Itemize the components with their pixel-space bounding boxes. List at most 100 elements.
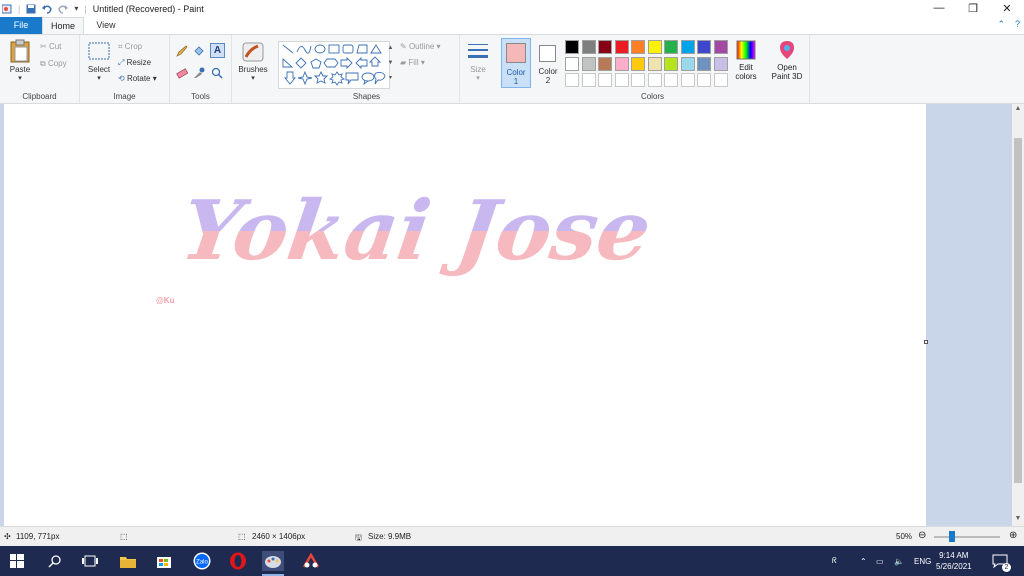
- tab-home[interactable]: Home: [42, 17, 84, 34]
- windows-start-icon[interactable]: [6, 551, 28, 571]
- search-icon[interactable]: [44, 551, 66, 571]
- battery-icon[interactable]: ▭: [876, 546, 884, 576]
- redo-icon[interactable]: [58, 4, 69, 14]
- undo-icon[interactable]: [42, 4, 53, 14]
- size-dropdown-icon[interactable]: ▾: [462, 74, 494, 82]
- palette-swatch[interactable]: [565, 56, 579, 71]
- palette-swatch[interactable]: [598, 56, 612, 71]
- paste-button[interactable]: Paste ▾: [4, 39, 36, 82]
- store-icon[interactable]: [153, 551, 175, 571]
- custom-color-slot[interactable]: [565, 73, 579, 87]
- palette-swatch[interactable]: [680, 40, 695, 54]
- taskbar: Zalo ᖇ ⌃ ▭ 🔈 ENG 9:14 AM 5/26/2021 2: [0, 546, 1024, 576]
- cut-button[interactable]: ✂ Cut: [40, 42, 61, 51]
- palette-swatch[interactable]: [647, 56, 662, 71]
- copy-button[interactable]: ⧉ Copy: [40, 59, 67, 69]
- zoom-slider-thumb[interactable]: [949, 531, 955, 542]
- custom-color-slot[interactable]: [647, 73, 662, 87]
- paint-app-icon[interactable]: [1, 4, 12, 14]
- file-explorer-icon[interactable]: [117, 551, 139, 571]
- pencil-icon[interactable]: [176, 45, 188, 57]
- snip-tool-icon[interactable]: [300, 551, 322, 571]
- show-hidden-icons[interactable]: ⌃: [860, 546, 867, 576]
- custom-color-slot[interactable]: [680, 73, 695, 87]
- palette-swatch[interactable]: [697, 56, 711, 71]
- save-icon[interactable]: [26, 4, 36, 14]
- people-icon[interactable]: ᖇ: [832, 546, 837, 576]
- custom-color-slot[interactable]: [598, 73, 612, 87]
- scrollbar-thumb[interactable]: [1014, 138, 1022, 483]
- rotate-button[interactable]: ⟲ Rotate ▾: [118, 74, 157, 83]
- color-picker-icon[interactable]: [193, 67, 205, 79]
- fill-button[interactable]: ▰ Fill ▾: [400, 58, 425, 67]
- custom-color-slot[interactable]: [631, 73, 645, 87]
- zoom-in-icon[interactable]: ⊕: [1009, 530, 1017, 541]
- edit-colors-button[interactable]: Edit colors: [732, 39, 760, 81]
- size-button[interactable]: Size ▾: [462, 41, 494, 82]
- vertical-scrollbar[interactable]: ▲ ▼: [1012, 104, 1024, 526]
- paste-icon: [10, 39, 30, 63]
- minimize-button[interactable]: —: [922, 0, 956, 16]
- shapes-gallery[interactable]: [278, 41, 390, 89]
- shapes-group-label: Shapes: [352, 92, 381, 101]
- notifications-button[interactable]: 2: [992, 546, 1011, 576]
- restore-button[interactable]: ❐: [956, 0, 990, 16]
- select-dropdown-icon[interactable]: ▾: [84, 74, 114, 82]
- palette-swatch[interactable]: [598, 40, 612, 54]
- palette-swatch[interactable]: [713, 40, 728, 54]
- palette-swatch[interactable]: [680, 56, 695, 71]
- palette-swatch[interactable]: [713, 56, 728, 71]
- zoom-out-icon[interactable]: ⊖: [918, 530, 926, 541]
- palette-swatch[interactable]: [581, 40, 596, 54]
- shapes-scroll[interactable]: ▲ ▼ ▾: [386, 41, 395, 89]
- palette-swatch[interactable]: [664, 40, 678, 54]
- zoom-slider-track[interactable]: [934, 536, 1000, 538]
- scroll-down-icon[interactable]: ▼: [1012, 515, 1024, 525]
- palette-swatch[interactable]: [631, 40, 645, 54]
- volume-icon[interactable]: 🔈: [894, 546, 904, 576]
- tab-view[interactable]: View: [86, 17, 126, 34]
- open-paint3d-button[interactable]: Open Paint 3D: [768, 39, 806, 81]
- color2-button[interactable]: Color 2: [534, 38, 562, 88]
- rotate-icon: ⟲: [118, 74, 125, 83]
- opera-icon[interactable]: [227, 551, 249, 571]
- outline-button[interactable]: ✎ Outline ▾: [400, 42, 441, 51]
- resize-handle-right[interactable]: [924, 340, 928, 344]
- paint-taskbar-icon[interactable]: [262, 551, 284, 571]
- eraser-icon[interactable]: [176, 67, 188, 79]
- paste-dropdown-icon[interactable]: ▾: [4, 74, 36, 82]
- scroll-up-icon[interactable]: ▲: [1012, 105, 1024, 115]
- input-language[interactable]: ENG: [914, 546, 931, 576]
- palette-swatch[interactable]: [614, 56, 629, 71]
- collapse-ribbon-icon[interactable]: ⌃: [997, 19, 1005, 30]
- text-tool-icon[interactable]: A: [210, 43, 225, 58]
- customize-quick-access-icon[interactable]: ▾: [74, 4, 78, 13]
- palette-swatch[interactable]: [664, 56, 678, 71]
- zalo-icon[interactable]: Zalo: [191, 551, 213, 571]
- drawing-canvas[interactable]: Yokai Jose @Ku: [4, 104, 928, 526]
- brushes-dropdown-icon[interactable]: ▾: [234, 74, 272, 82]
- palette-swatch[interactable]: [647, 40, 662, 54]
- custom-color-slot[interactable]: [664, 73, 678, 87]
- palette-swatch[interactable]: [565, 40, 579, 54]
- magnifier-icon[interactable]: [211, 67, 223, 79]
- palette-swatch[interactable]: [631, 56, 645, 71]
- clock[interactable]: 9:14 AM 5/26/2021: [936, 546, 972, 576]
- color1-button[interactable]: Color 1: [501, 38, 531, 88]
- tab-file[interactable]: File: [0, 17, 42, 34]
- close-button[interactable]: ✕: [990, 0, 1024, 16]
- help-icon[interactable]: ?: [1015, 19, 1020, 30]
- custom-color-slot[interactable]: [697, 73, 711, 87]
- crop-button[interactable]: ⌗ Crop: [118, 42, 142, 52]
- fill-bucket-icon[interactable]: [193, 45, 205, 57]
- task-view-icon[interactable]: [79, 551, 101, 571]
- palette-swatch[interactable]: [697, 40, 711, 54]
- palette-swatch[interactable]: [581, 56, 596, 71]
- resize-button[interactable]: ⤢ Resize: [118, 58, 151, 68]
- custom-color-slot[interactable]: [581, 73, 596, 87]
- brushes-button[interactable]: Brushes ▾: [234, 41, 272, 82]
- custom-color-slot[interactable]: [713, 73, 728, 87]
- custom-color-slot[interactable]: [614, 73, 629, 87]
- select-button[interactable]: Select ▾: [84, 41, 114, 82]
- palette-swatch[interactable]: [614, 40, 629, 54]
